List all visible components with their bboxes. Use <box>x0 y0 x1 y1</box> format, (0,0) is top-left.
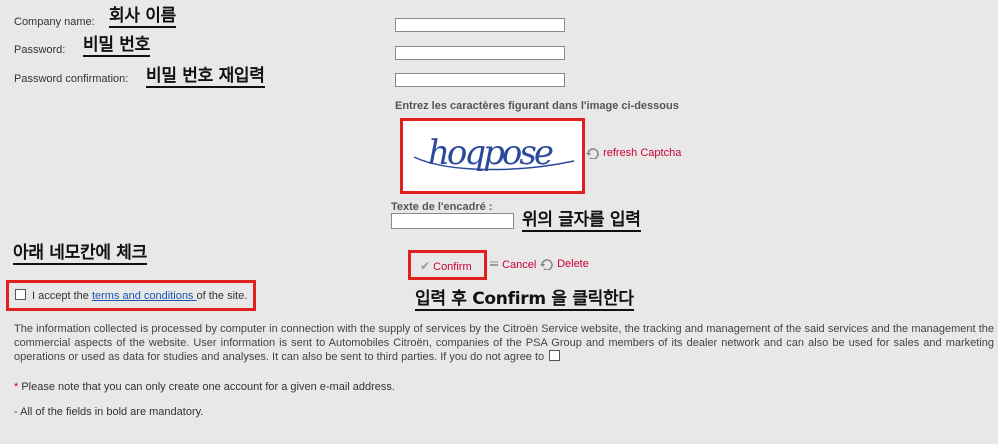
company-name-label: Company name: <box>14 16 95 28</box>
password-input[interactable] <box>395 46 565 60</box>
password-confirmation-label: Password confirmation: <box>14 73 129 85</box>
cancel-icon <box>490 261 498 267</box>
confirm-label: Confirm <box>433 261 472 273</box>
mandatory-note: - All of the fields in bold are mandator… <box>14 406 203 418</box>
terms-prefix: I accept the <box>32 290 92 302</box>
privacy-notice-text: The information collected is processed b… <box>14 323 994 363</box>
terms-link[interactable]: terms and conditions <box>92 290 197 302</box>
captcha-input[interactable] <box>391 213 514 229</box>
refresh-captcha-link[interactable]: refresh Captcha <box>586 147 682 160</box>
company-name-annotation: 회사 이름 <box>109 6 176 28</box>
password-confirmation-annotation: 비밀 번호 재입력 <box>146 66 265 88</box>
terms-checkbox[interactable] <box>15 289 26 300</box>
captcha-instruction: Entrez les caractères figurant dans l'im… <box>395 100 679 112</box>
privacy-disagree-checkbox[interactable] <box>549 350 561 361</box>
captcha-image-highlight: hoqpose <box>400 118 585 194</box>
confirm-button[interactable]: ✔ Confirm <box>420 259 472 273</box>
password-label: Password: <box>14 44 66 56</box>
cancel-button[interactable]: Cancel <box>489 259 536 271</box>
delete-label: Delete <box>557 258 589 270</box>
captcha-image: hoqpose <box>408 127 577 185</box>
terms-suffix: of the site. <box>196 290 248 302</box>
captcha-input-label: Texte de l'encadré : <box>391 201 493 213</box>
refresh-captcha-label: refresh Captcha <box>603 147 682 159</box>
one-account-text: Please note that you can only create one… <box>18 381 395 393</box>
cancel-label: Cancel <box>502 259 537 271</box>
checkbox-annotation: 아래 네모칸에 체크 <box>13 243 147 265</box>
refresh-icon <box>586 148 599 160</box>
captcha-text: hoqpose <box>428 133 554 173</box>
captcha-input-annotation: 위의 글자를 입력 <box>522 210 641 232</box>
password-confirmation-input[interactable] <box>395 73 565 87</box>
terms-text: I accept the terms and conditions of the… <box>32 290 247 302</box>
mandatory-text: All of the fields in bold are mandatory. <box>17 406 204 418</box>
checkmark-icon: ✔ <box>420 259 431 273</box>
confirm-annotation: 입력 후 Confirm 을 클릭한다 <box>415 289 634 311</box>
company-name-input[interactable] <box>395 18 565 32</box>
password-annotation: 비밀 번호 <box>83 35 150 57</box>
one-account-note: * Please note that you can only create o… <box>14 381 395 393</box>
delete-icon <box>540 259 553 271</box>
privacy-notice: The information collected is processed b… <box>14 322 994 364</box>
delete-button[interactable]: Delete <box>540 258 589 271</box>
